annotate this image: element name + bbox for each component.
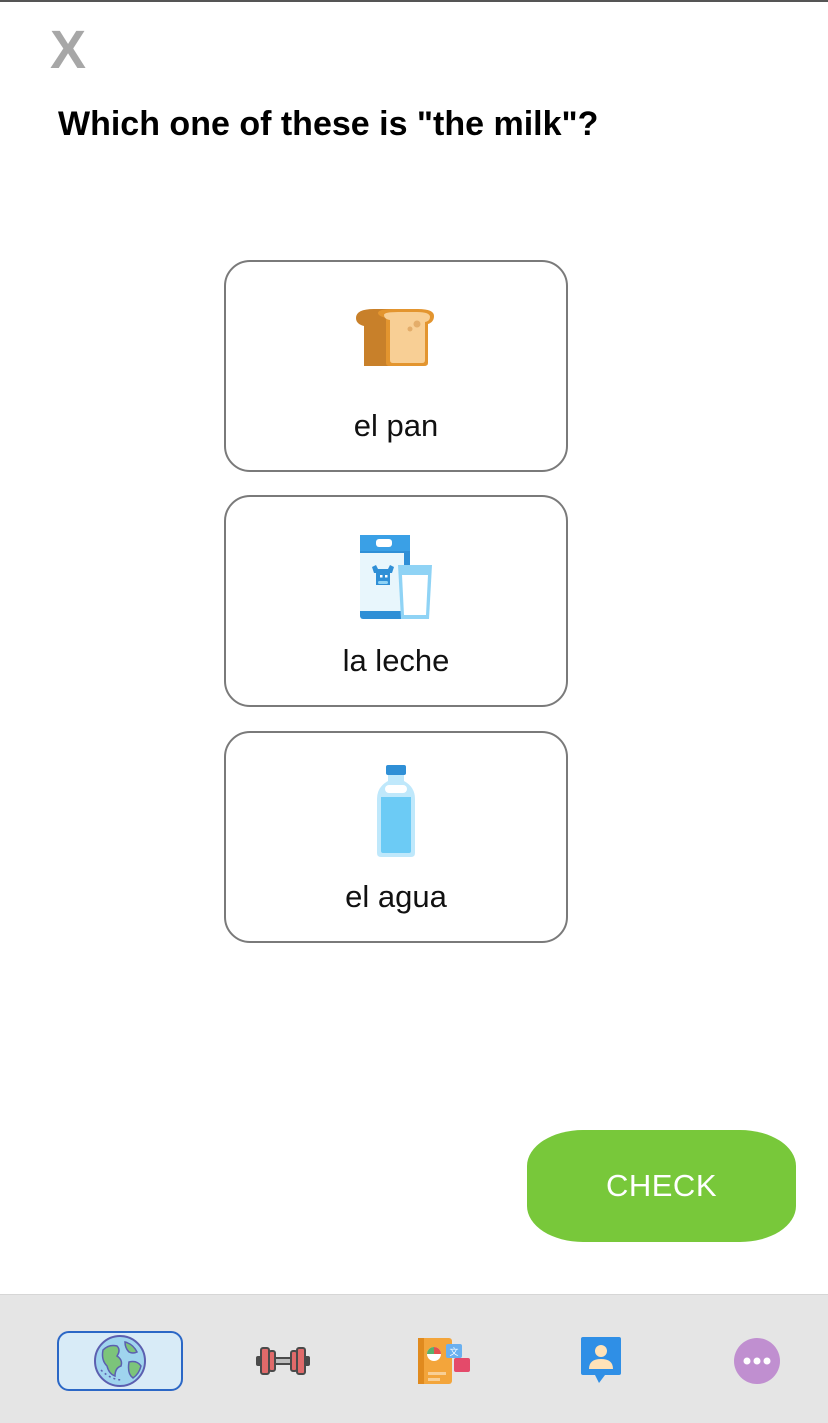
choice-card-la-leche[interactable]: la leche <box>224 495 568 707</box>
water-bottle-icon <box>226 763 566 859</box>
choice-label: el pan <box>353 408 439 443</box>
choice-card-el-pan[interactable]: el pan <box>224 260 568 472</box>
choice-label: la leche <box>342 643 450 678</box>
bottom-tab-bar: 文 <box>0 1294 828 1423</box>
more-icon <box>734 1338 780 1384</box>
choice-card-el-agua[interactable]: el agua <box>224 731 568 943</box>
question-prompt: Which one of these is "the milk"? <box>58 105 599 143</box>
tab-more[interactable] <box>724 1331 790 1391</box>
close-button[interactable]: X <box>50 22 98 78</box>
dictionary-icon: 文 <box>418 1338 470 1384</box>
tab-practice[interactable] <box>250 1331 316 1391</box>
profile-icon <box>581 1337 621 1383</box>
svg-text:文: 文 <box>449 1346 458 1358</box>
dumbbell-icon <box>256 1347 310 1375</box>
tab-dictionary[interactable]: 文 <box>410 1331 476 1391</box>
milk-carton-icon <box>226 527 566 623</box>
top-divider <box>0 0 828 2</box>
bread-icon <box>226 292 566 388</box>
choice-label: el agua <box>345 879 447 914</box>
globe-icon <box>94 1335 146 1387</box>
tab-profile[interactable] <box>568 1331 634 1391</box>
lesson-screen: X Which one of these is "the milk"? el p… <box>0 0 828 1423</box>
tab-learn[interactable] <box>57 1331 183 1391</box>
check-button[interactable]: CHECK <box>527 1130 796 1242</box>
